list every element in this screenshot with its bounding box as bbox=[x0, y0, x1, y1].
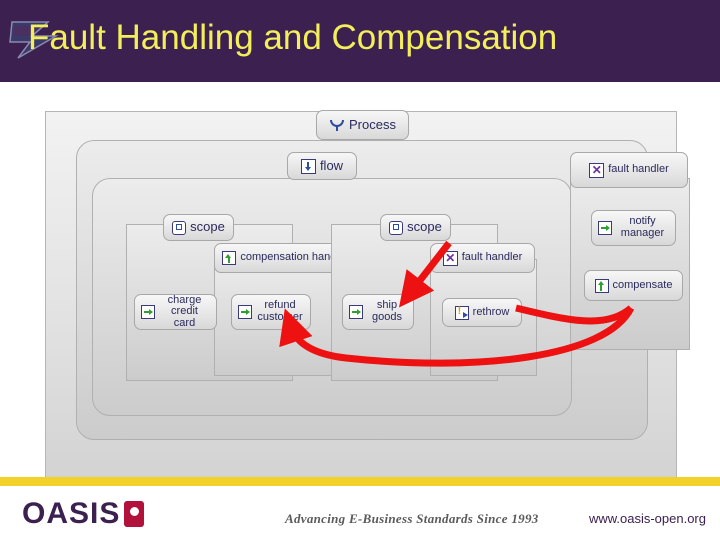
node-ship-goods-label: ship goods bbox=[372, 299, 402, 323]
flow-icon bbox=[300, 158, 316, 174]
oasis-brand: OASIS bbox=[22, 497, 145, 531]
node-ship-goods[interactable]: ship goods bbox=[342, 294, 414, 330]
node-fault-handler-scope-label: fault handler bbox=[461, 251, 523, 264]
node-scope-left[interactable]: scope bbox=[163, 214, 234, 241]
invoke-icon bbox=[238, 305, 252, 319]
slide-header: Fault Handling and Compensation bbox=[0, 0, 720, 82]
node-scope-right-label: scope bbox=[407, 219, 442, 235]
oasis-logo-mark-icon bbox=[124, 501, 145, 527]
node-flow[interactable]: flow bbox=[287, 152, 357, 180]
node-fault-handler-process-label: fault handler bbox=[608, 163, 669, 176]
invoke-icon bbox=[141, 305, 155, 319]
node-rethrow-label: rethrow bbox=[472, 306, 510, 319]
fault-handler-process-container bbox=[570, 178, 690, 350]
scope-icon bbox=[389, 220, 404, 235]
node-notify-manager-label: notify manager bbox=[620, 215, 665, 239]
node-compensate[interactable]: compensate bbox=[584, 270, 683, 301]
slide-footer: OASIS Advancing E-Business Standards Sin… bbox=[0, 477, 720, 540]
compensation-handler-icon bbox=[222, 251, 237, 265]
node-compensate-label: compensate bbox=[612, 279, 673, 292]
process-icon bbox=[329, 117, 345, 133]
invoke-icon bbox=[349, 305, 363, 319]
node-charge-credit-card-label: charge credit card bbox=[167, 293, 202, 329]
node-scope-left-label: scope bbox=[190, 219, 225, 235]
footer-accent-bar bbox=[0, 477, 720, 486]
node-process-label: Process bbox=[349, 116, 396, 132]
footer-url[interactable]: www.oasis-open.org bbox=[589, 511, 706, 526]
scope-icon bbox=[172, 220, 187, 235]
compensate-icon bbox=[594, 278, 609, 293]
node-refund-customer-label: refund customer bbox=[257, 299, 303, 323]
page-title: Fault Handling and Compensation bbox=[28, 18, 558, 57]
fault-handler-icon: ✕ bbox=[589, 162, 605, 178]
node-fault-handler-scope[interactable]: ✕ fault handler bbox=[430, 243, 535, 273]
node-refund-customer[interactable]: refund customer bbox=[231, 294, 311, 330]
footer-tagline: Advancing E-Business Standards Since 199… bbox=[285, 511, 539, 526]
oasis-wordmark: OASIS bbox=[22, 497, 121, 530]
invoke-icon bbox=[598, 221, 612, 235]
node-fault-handler-process[interactable]: ✕ fault handler bbox=[570, 152, 688, 188]
node-flow-label: flow bbox=[319, 157, 344, 173]
node-process[interactable]: Process bbox=[316, 110, 409, 140]
node-rethrow[interactable]: rethrow bbox=[442, 298, 522, 327]
rethrow-icon bbox=[454, 305, 469, 320]
slide-body: Process flow scope compensation handler … bbox=[0, 82, 720, 490]
node-scope-right[interactable]: scope bbox=[380, 214, 451, 241]
fault-handler-icon: ✕ bbox=[442, 250, 458, 266]
diagram-stage: Process flow scope compensation handler … bbox=[45, 110, 690, 490]
node-charge-credit-card[interactable]: charge credit card bbox=[134, 294, 217, 330]
node-notify-manager[interactable]: notify manager bbox=[591, 210, 676, 246]
